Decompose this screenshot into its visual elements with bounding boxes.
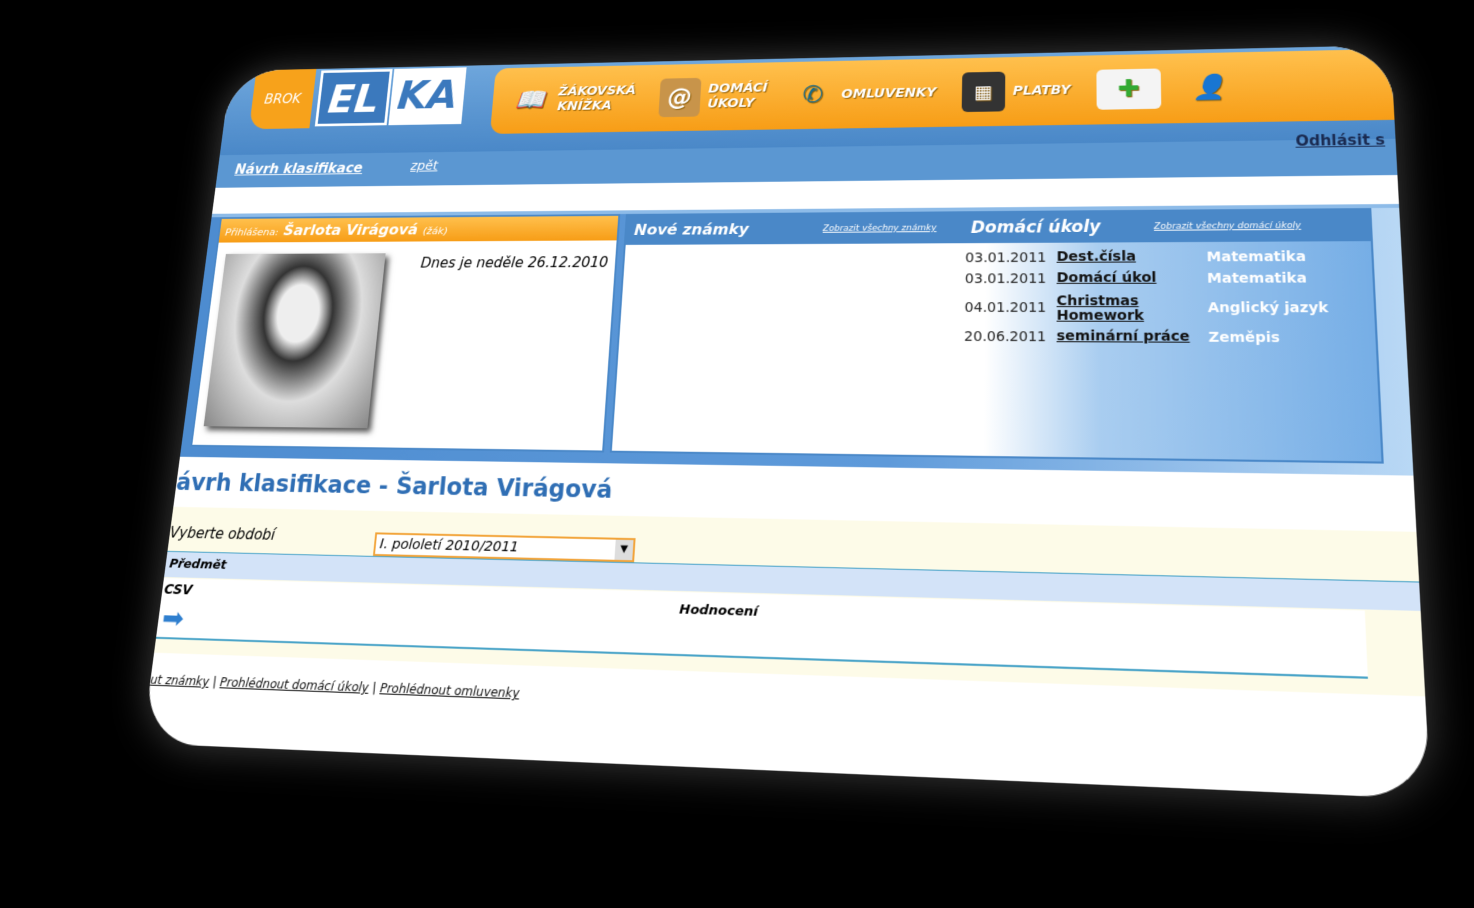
period-label: Vyberte období bbox=[168, 523, 277, 544]
page-title: ávrh klasifikace - Šarlota Virágová bbox=[174, 468, 614, 504]
tab-navrh-klasifikace[interactable]: Návrh klasifikace bbox=[234, 160, 363, 177]
footer-links: ut známky | Prohlédnout domácí úkoly | P… bbox=[149, 672, 520, 701]
column-rating: Hodnocení bbox=[678, 602, 759, 620]
footer-link-grades[interactable]: ut známky bbox=[150, 673, 210, 689]
address-book-icon: @ bbox=[658, 77, 702, 118]
classification-form: Vyberte období I. pololetí 2010/2011 ▼ Př… bbox=[154, 506, 1426, 697]
calculator-icon: ▦ bbox=[961, 71, 1006, 113]
logo-el: EL bbox=[314, 68, 393, 127]
today-date: Dnes je neděle 26.12.2010 bbox=[420, 254, 609, 272]
profile-header: Přihlášena: Šarlota Virágová (žák) bbox=[218, 215, 619, 243]
book-icon: 📖 bbox=[514, 86, 547, 114]
new-mail-icon: ✚ bbox=[1096, 68, 1162, 110]
footer-link-excuses[interactable]: Prohlédnout omluvenky bbox=[379, 681, 520, 701]
footer-link-homework[interactable]: Prohlédnout domácí úkoly bbox=[219, 675, 369, 695]
profile-panel: Přihlášena: Šarlota Virágová (žák) Dnes … bbox=[190, 214, 621, 453]
chevron-down-icon: ▼ bbox=[614, 539, 634, 561]
new-message-button[interactable]: ✚ bbox=[1096, 68, 1162, 110]
back-link[interactable]: zpět bbox=[410, 159, 439, 173]
brand-tab[interactable]: BROK bbox=[248, 68, 317, 130]
phone-icon: ✆ bbox=[801, 81, 824, 109]
homework-title: Domácí úkoly bbox=[970, 217, 1101, 238]
csv-export-label[interactable]: CSV bbox=[163, 582, 193, 598]
news-header: Nové známky Zobrazit všechny známky Domá… bbox=[625, 210, 1371, 245]
nav-zakovska-knizka[interactable]: 📖 ŽÁKOVSKÁ KNÍŽKA bbox=[509, 79, 637, 120]
news-panel: Nové známky Zobrazit všechny známky Domá… bbox=[609, 208, 1384, 464]
export-arrow-icon[interactable]: ➡ bbox=[160, 602, 186, 635]
show-all-homework-link[interactable]: Zobrazit všechny domácí úkoly bbox=[1154, 221, 1301, 232]
student-photo bbox=[203, 253, 386, 429]
logout-link[interactable]: Odhlásit s bbox=[1295, 131, 1385, 149]
nav-omluvenky[interactable]: ✆ OMLUVENKY bbox=[791, 73, 937, 115]
show-all-grades-link[interactable]: Zobrazit všechny známky bbox=[823, 224, 937, 234]
nav-platby[interactable]: ▦ PLATBY bbox=[961, 70, 1071, 113]
app-window: BROK EL KA 📖 ŽÁKOVSKÁ KNÍŽKA @ DOMÁCÍ ÚKOLY … bbox=[142, 45, 1431, 800]
logo-ka: KA bbox=[388, 67, 467, 126]
user-icon: 👤 bbox=[1193, 73, 1227, 102]
new-grades-title: Nové známky bbox=[633, 220, 750, 239]
user-button[interactable]: 👤 bbox=[1187, 67, 1233, 108]
nav-domaci-ukoly[interactable]: @ DOMÁCÍ ÚKOLY bbox=[658, 76, 768, 118]
